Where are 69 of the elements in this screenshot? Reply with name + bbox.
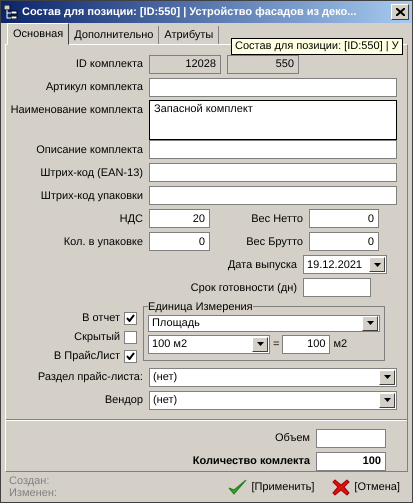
field-label: Вендор xyxy=(104,394,143,406)
input-field[interactable]: 100 xyxy=(282,334,330,354)
id-field: 12028 xyxy=(149,54,221,74)
input-field[interactable] xyxy=(149,163,397,182)
meta-label: Изменен: xyxy=(9,487,58,500)
unit-suffix: м2 xyxy=(333,338,348,350)
field-label: НДС xyxy=(118,212,143,225)
input-field[interactable] xyxy=(149,186,397,206)
field-label: ID комплекта xyxy=(74,58,143,70)
select-field[interactable]: (нет) xyxy=(149,368,397,387)
cancel-button[interactable]: [Отмена] xyxy=(328,478,404,496)
caret-icon xyxy=(384,398,390,402)
checkbox[interactable] xyxy=(124,350,137,363)
equals-sign: = xyxy=(273,338,280,350)
unit-type-select[interactable]: Площадь xyxy=(148,314,380,332)
field-label: Вес Нетто xyxy=(250,212,303,225)
field-label: Кол. в упаковке xyxy=(62,236,143,248)
check-icon xyxy=(126,352,135,360)
checkbox[interactable] xyxy=(124,330,137,344)
tooltip: Состав для позиции: [ID:550] | У xyxy=(231,38,403,55)
caret-icon xyxy=(256,342,264,346)
field-label: Раздел прайс-листа: xyxy=(36,371,143,384)
field-label: Дата выпуска xyxy=(226,258,297,271)
checkbox-label: Скрытый xyxy=(74,331,120,344)
input-field[interactable] xyxy=(149,78,397,97)
window-title: Состав для позиции: [ID:550] | Устройство фасадов из деко... xyxy=(22,6,358,18)
caret-icon xyxy=(384,375,390,380)
tab[interactable]: Основная xyxy=(7,23,70,46)
input-field[interactable] xyxy=(303,278,371,298)
input-field[interactable]: 0 xyxy=(309,232,379,252)
id-field: 550 xyxy=(227,54,299,74)
field-label: Объем xyxy=(274,432,310,444)
cross-icon xyxy=(332,478,350,496)
dropdown-button[interactable] xyxy=(379,392,395,408)
field-label: Наименование комплекта xyxy=(10,103,143,116)
field-label: Описание комплекта xyxy=(35,144,143,156)
input-field[interactable]: 100 xyxy=(316,452,386,471)
field-label: Штрих-код (EAN-13) xyxy=(39,166,143,179)
field-label: Вес Брутто xyxy=(245,236,303,248)
input-field[interactable] xyxy=(149,140,397,160)
check-icon xyxy=(227,478,248,496)
meta-label: Создан: xyxy=(9,475,50,488)
dropdown-button[interactable] xyxy=(362,316,378,331)
input-field[interactable] xyxy=(316,428,386,448)
tree-icon xyxy=(4,4,18,19)
dropdown-button[interactable] xyxy=(369,257,385,272)
apply-button[interactable]: [Применить] xyxy=(223,478,318,496)
input-field[interactable]: Запасной комплект xyxy=(149,100,397,140)
caret-icon xyxy=(366,321,374,326)
field-label: Артикул комплекта xyxy=(44,81,143,94)
dropdown-button[interactable] xyxy=(252,336,268,352)
field-label: Штрих-код упаковки xyxy=(40,190,143,202)
checkbox-label: В ПрайсЛист xyxy=(54,350,120,362)
checkbox[interactable] xyxy=(124,312,137,325)
caret-icon xyxy=(374,262,380,267)
input-field[interactable]: 0 xyxy=(149,232,210,252)
date-picker[interactable]: 19.12.2021 xyxy=(303,255,387,274)
checkbox-label: В отчет xyxy=(82,312,120,324)
check-icon xyxy=(126,314,135,322)
field-label: Срок готовности (дн) xyxy=(190,282,297,294)
unit-select[interactable]: 100 м2 xyxy=(148,334,270,354)
input-field[interactable]: 20 xyxy=(149,209,210,228)
close-icon xyxy=(396,8,404,16)
select-field[interactable]: (нет) xyxy=(149,390,397,410)
input-field[interactable]: 0 xyxy=(309,209,379,228)
field-label: Количество комлекта xyxy=(192,455,310,468)
group-title: Единица Измерения xyxy=(148,300,253,313)
dropdown-button[interactable] xyxy=(379,370,395,385)
close-button[interactable] xyxy=(391,4,409,20)
